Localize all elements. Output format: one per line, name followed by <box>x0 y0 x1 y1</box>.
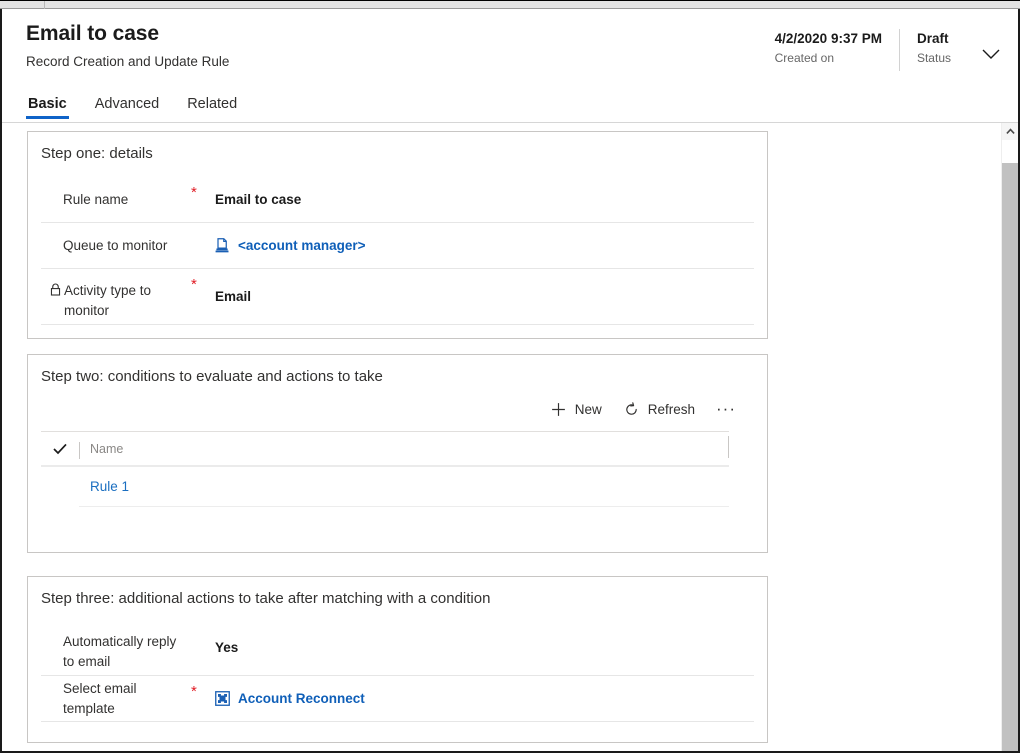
field-row-activity-type: Activity type to monitor * Email <box>41 269 754 325</box>
rule-name-text: Email to case <box>215 191 302 207</box>
tab-related[interactable]: Related <box>185 96 239 122</box>
email-template-label: Select email template <box>63 680 137 716</box>
more-commands-button[interactable]: ··· <box>706 398 746 420</box>
step-three-card: Step three: additional actions to take a… <box>27 576 768 743</box>
step-one-title: Step one: details <box>41 145 153 162</box>
auto-reply-value[interactable]: Yes <box>215 638 754 658</box>
activity-type-text: Email <box>215 288 252 304</box>
auto-reply-label: Automatically reply to email <box>63 634 177 669</box>
page-subtitle: Record Creation and Update Rule <box>26 54 230 69</box>
new-button[interactable]: New <box>540 397 613 422</box>
application-window: Email to case Record Creation and Update… <box>0 0 1020 753</box>
new-button-label: New <box>574 401 602 417</box>
field-row-rule-name: Rule name * Email to case <box>41 177 754 223</box>
conditions-grid: Name Rule 1 <box>41 431 729 507</box>
select-all-checkmark-icon[interactable] <box>41 443 79 455</box>
chevron-down-icon[interactable] <box>978 41 1004 67</box>
auto-reply-text: Yes <box>215 639 239 655</box>
tab-basic[interactable]: Basic <box>26 96 69 122</box>
created-on-label: Created on <box>774 51 835 65</box>
scrollbar-thumb[interactable] <box>1002 163 1018 751</box>
grid-column-name[interactable]: Name <box>79 440 729 459</box>
page-header: Email to case Record Creation and Update… <box>2 9 1018 123</box>
field-row-email-template: Select email template * Account Reconnec… <box>41 676 754 722</box>
vertical-scrollbar[interactable] <box>1001 123 1018 751</box>
step-three-title: Step three: additional actions to take a… <box>41 590 491 607</box>
tab-advanced[interactable]: Advanced <box>93 96 162 122</box>
email-template-required-asterisk: * <box>191 683 197 700</box>
field-row-auto-reply: Automatically reply to email Yes <box>41 620 754 676</box>
window-chrome-strip <box>0 0 1020 10</box>
activity-type-label: Activity type to monitor <box>64 283 152 318</box>
page-title: Email to case <box>26 22 159 45</box>
refresh-button-label: Refresh <box>647 401 696 417</box>
grid-header-row: Name <box>41 432 729 467</box>
queue-to-monitor-required-asterisk <box>191 223 215 234</box>
status-label: Status <box>916 51 951 65</box>
activity-type-label-wrap: Activity type to monitor <box>41 272 191 321</box>
status-field[interactable]: Draft Status <box>900 29 968 73</box>
plus-icon <box>551 402 566 417</box>
activity-type-required-asterisk: * <box>191 276 197 293</box>
refresh-button[interactable]: Refresh <box>613 397 706 422</box>
queue-to-monitor-label: Queue to monitor <box>63 237 168 253</box>
form-scroll-area: Step one: details Rule name * Email to c… <box>2 123 1018 751</box>
grid-command-bar: New Refresh ··· <box>41 387 754 431</box>
email-template-icon <box>215 691 230 706</box>
queue-icon <box>215 238 230 253</box>
tab-bar: Basic Advanced Related <box>26 86 263 122</box>
status-value: Draft <box>916 31 949 46</box>
grid-cell-rule-name[interactable]: Rule 1 <box>79 479 129 494</box>
step-one-card: Step one: details Rule name * Email to c… <box>27 131 768 339</box>
window-frame: Email to case Record Creation and Update… <box>0 9 1020 753</box>
header-meta: 4/2/2020 9:37 PM Created on Draft Status <box>758 29 1004 75</box>
table-row[interactable]: Rule 1 <box>79 467 729 507</box>
step-two-card: Step two: conditions to evaluate and act… <box>27 354 768 553</box>
email-template-value[interactable]: Account Reconnect <box>215 689 754 709</box>
activity-type-value: Email <box>215 287 754 307</box>
scroll-up-arrow-icon[interactable] <box>1002 123 1018 140</box>
step-two-title: Step two: conditions to evaluate and act… <box>41 368 383 385</box>
queue-to-monitor-value[interactable]: <account manager> <box>215 236 754 256</box>
field-row-queue-to-monitor: Queue to monitor <account manager> <box>41 223 754 269</box>
created-on-value: 4/2/2020 9:37 PM <box>774 31 882 46</box>
lock-icon <box>50 282 61 302</box>
queue-to-monitor-text: <account manager> <box>238 237 366 253</box>
rule-name-required-asterisk: * <box>191 184 197 201</box>
email-template-text: Account Reconnect <box>238 690 365 706</box>
refresh-icon <box>624 401 639 417</box>
rule-name-label: Rule name <box>63 191 129 207</box>
rule-name-value[interactable]: Email to case <box>215 190 754 210</box>
created-on-field: 4/2/2020 9:37 PM Created on <box>758 29 899 73</box>
auto-reply-required-asterisk <box>191 620 215 631</box>
